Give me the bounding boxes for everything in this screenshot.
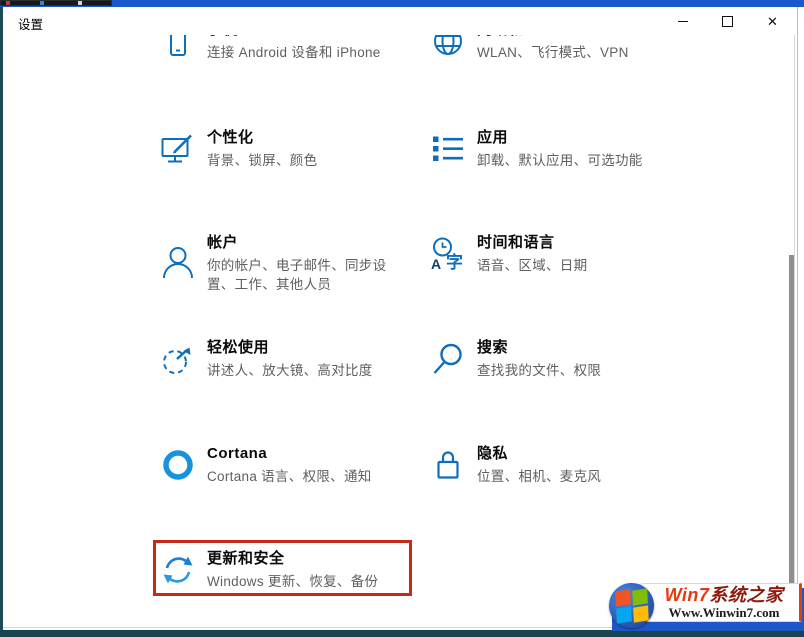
scrollbar-track[interactable] bbox=[794, 35, 795, 627]
personalization-icon bbox=[161, 132, 195, 166]
tile-title: 更新和安全 bbox=[207, 548, 402, 569]
window-title: 设置 bbox=[18, 14, 43, 33]
svg-text:A: A bbox=[431, 256, 441, 271]
cortana-icon bbox=[161, 448, 195, 482]
screenshot-frame: 设置 ✕ 手机 连接 Android 设备和 iPhone bbox=[0, 0, 804, 637]
background-bottom-edge bbox=[0, 630, 804, 637]
tile-network[interactable]: 网络和 Internet WLAN、飞行模式、VPN bbox=[431, 35, 672, 62]
tile-subtitle: 语音、区域、日期 bbox=[477, 256, 672, 275]
network-globe-icon bbox=[431, 35, 465, 58]
tile-subtitle: 卸载、默认应用、可选功能 bbox=[477, 151, 672, 170]
apps-icon bbox=[431, 132, 465, 166]
tile-title: 手机 bbox=[207, 35, 402, 40]
background-taskbar-fragment bbox=[0, 0, 112, 6]
settings-window: 设置 ✕ 手机 连接 Android 设备和 iPhone bbox=[3, 7, 798, 628]
tile-title: 时间和语言 bbox=[477, 232, 672, 253]
tile-subtitle: 连接 Android 设备和 iPhone bbox=[207, 43, 402, 62]
tile-subtitle: WLAN、飞行模式、VPN bbox=[477, 43, 672, 62]
update-security-icon bbox=[161, 553, 195, 587]
tile-title: 应用 bbox=[477, 127, 672, 148]
tile-subtitle: 查找我的文件、权限 bbox=[477, 361, 672, 380]
tile-subtitle: 位置、相机、麦克风 bbox=[477, 467, 672, 486]
watermark-brand: Win7系统之家 bbox=[665, 586, 784, 605]
tile-title: 帐户 bbox=[207, 232, 402, 253]
tile-search[interactable]: 搜索 查找我的文件、权限 bbox=[431, 337, 672, 380]
ease-of-access-icon bbox=[161, 342, 195, 376]
tile-subtitle: 你的帐户、电子邮件、同步设置、工作、其他人员 bbox=[207, 256, 402, 294]
window-controls: ✕ bbox=[660, 7, 795, 35]
time-language-icon: A 字 bbox=[431, 237, 465, 271]
fragment-dot bbox=[6, 1, 10, 5]
tile-title: 个性化 bbox=[207, 127, 402, 148]
tile-title: 隐私 bbox=[477, 443, 672, 464]
close-button[interactable]: ✕ bbox=[750, 7, 795, 35]
fragment-dot bbox=[78, 1, 82, 5]
fragment-dot bbox=[40, 1, 44, 5]
tile-subtitle: Cortana 语言、权限、通知 bbox=[207, 467, 402, 486]
tile-time-language[interactable]: A 字 时间和语言 语音、区域、日期 bbox=[431, 232, 672, 275]
privacy-lock-icon bbox=[431, 448, 465, 482]
maximize-icon bbox=[722, 16, 733, 27]
scrollbar-thumb[interactable] bbox=[789, 255, 794, 592]
tile-subtitle: 讲述人、放大镜、高对比度 bbox=[207, 361, 402, 380]
tile-accounts[interactable]: 帐户 你的帐户、电子邮件、同步设置、工作、其他人员 bbox=[161, 232, 402, 294]
tile-title: Cortana bbox=[207, 443, 402, 464]
minimize-icon bbox=[678, 21, 688, 22]
tile-subtitle: 背景、锁屏、颜色 bbox=[207, 151, 402, 170]
tile-ease-of-access[interactable]: 轻松使用 讲述人、放大镜、高对比度 bbox=[161, 337, 402, 380]
tile-title: 网络和 Internet bbox=[477, 35, 672, 40]
tile-title: 轻松使用 bbox=[207, 337, 402, 358]
watermark-url: Www.Winwin7.com bbox=[669, 605, 780, 620]
close-icon: ✕ bbox=[767, 15, 778, 28]
accounts-icon bbox=[161, 246, 195, 280]
phone-icon bbox=[161, 35, 195, 58]
svg-text:字: 字 bbox=[446, 252, 463, 271]
search-icon bbox=[431, 342, 465, 376]
tile-personalization[interactable]: 个性化 背景、锁屏、颜色 bbox=[161, 127, 402, 170]
tile-apps[interactable]: 应用 卸载、默认应用、可选功能 bbox=[431, 127, 672, 170]
tile-subtitle: Windows 更新、恢复、备份 bbox=[207, 572, 402, 591]
tile-title: 搜索 bbox=[477, 337, 672, 358]
title-bar[interactable]: 设置 ✕ bbox=[3, 7, 797, 35]
background-window-top-edge bbox=[0, 0, 804, 7]
minimize-button[interactable] bbox=[660, 7, 705, 35]
maximize-button[interactable] bbox=[705, 7, 750, 35]
settings-home-grid: 手机 连接 Android 设备和 iPhone 网络和 Internet WL… bbox=[3, 35, 797, 627]
tile-privacy[interactable]: 隐私 位置、相机、麦克风 bbox=[431, 443, 672, 486]
tile-update-security[interactable]: 更新和安全 Windows 更新、恢复、备份 bbox=[161, 548, 402, 591]
tile-phone[interactable]: 手机 连接 Android 设备和 iPhone bbox=[161, 35, 402, 62]
tile-cortana[interactable]: Cortana Cortana 语言、权限、通知 bbox=[161, 443, 402, 486]
